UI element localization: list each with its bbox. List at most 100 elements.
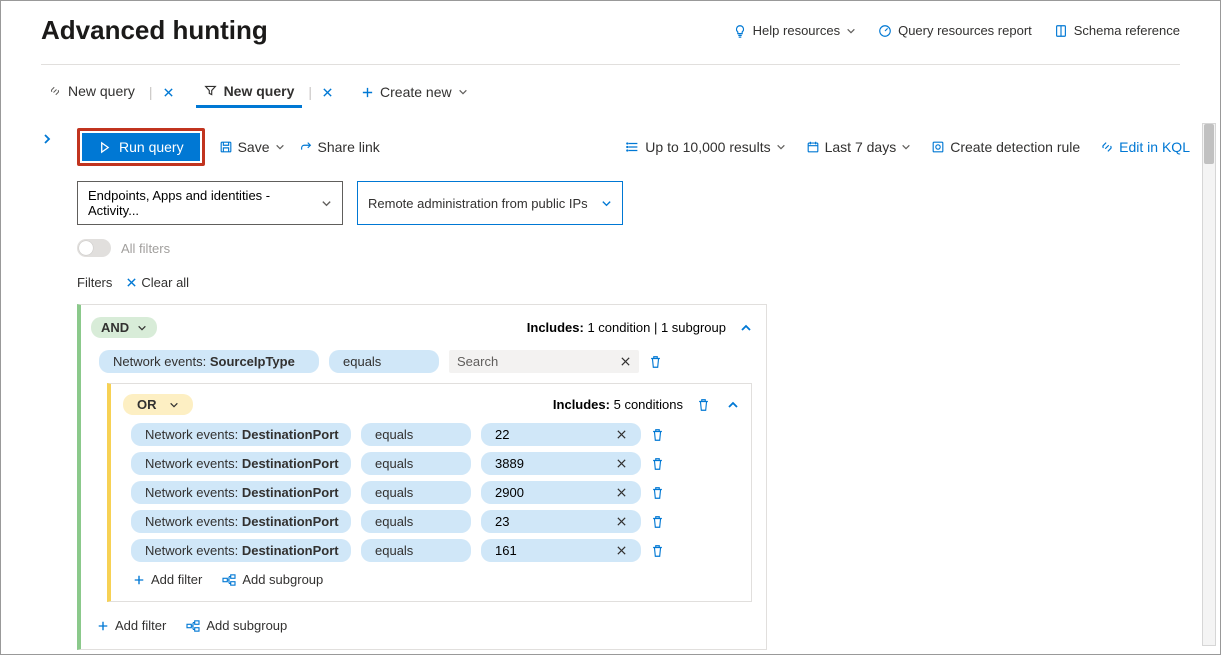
chevron-down-icon — [137, 323, 147, 333]
condition-operator-pill[interactable]: equals — [361, 481, 471, 504]
condition-field-pill[interactable]: Network events: DestinationPort — [131, 539, 351, 562]
condition-value-pill[interactable]: 22 — [481, 423, 641, 446]
funnel-icon — [204, 84, 217, 97]
add-filter-outer-button[interactable]: Add filter — [97, 618, 166, 633]
delete-condition-button[interactable] — [651, 486, 667, 500]
edit-in-kql-button[interactable]: Edit in KQL — [1100, 139, 1190, 155]
scrollbar-thumb[interactable] — [1204, 124, 1214, 164]
chevron-down-icon — [275, 142, 285, 152]
chevron-down-icon — [601, 198, 612, 209]
or-condition-row: Network events: DestinationPort equals 23 — [131, 510, 739, 533]
vertical-scrollbar[interactable] — [1202, 123, 1216, 646]
condition-value-pill[interactable]: 2900 — [481, 481, 641, 504]
chevron-down-icon — [321, 198, 332, 209]
chevron-down-icon — [776, 142, 786, 152]
and-filter-group: AND Includes: 1 condition | 1 subgroup N… — [77, 304, 767, 650]
clear-icon[interactable] — [616, 545, 627, 556]
collapse-icon[interactable] — [727, 399, 739, 411]
book-icon — [1054, 24, 1068, 38]
or-condition-row: Network events: DestinationPort equals 161 — [131, 539, 739, 562]
clear-icon[interactable] — [616, 429, 627, 440]
plus-icon — [361, 86, 374, 99]
query-resources-report-link[interactable]: Query resources report — [878, 23, 1032, 38]
help-resources-link[interactable]: Help resources — [733, 23, 856, 38]
delete-condition-button[interactable] — [651, 457, 667, 471]
save-icon — [219, 140, 233, 154]
collapse-icon[interactable] — [740, 322, 752, 334]
condition-field-pill[interactable]: Network events: DestinationPort — [131, 510, 351, 533]
results-limit-dropdown[interactable]: Up to 10,000 results — [626, 139, 785, 155]
condition-field-pill[interactable]: Network events: DestinationPort — [131, 452, 351, 475]
delete-condition-button[interactable] — [651, 428, 667, 442]
condition-value-search[interactable]: Search — [449, 350, 639, 373]
clear-icon[interactable] — [616, 487, 627, 498]
all-filters-label: All filters — [121, 241, 170, 256]
condition-field-pill[interactable]: Network events: DestinationPort — [131, 423, 351, 446]
close-tab-1-icon[interactable] — [159, 87, 178, 98]
all-filters-toggle[interactable] — [77, 239, 111, 257]
condition-value-pill[interactable]: 161 — [481, 539, 641, 562]
condition-operator-pill[interactable]: equals — [329, 350, 439, 373]
or-filter-group: OR Includes: 5 conditions Network events… — [107, 383, 752, 602]
link-icon — [49, 85, 61, 97]
tab-separator: | — [143, 84, 159, 100]
list-icon — [626, 140, 640, 154]
delete-condition-button[interactable] — [649, 355, 665, 369]
expand-panel-button[interactable] — [41, 121, 59, 654]
gauge-icon — [878, 24, 892, 38]
page-title: Advanced hunting — [41, 15, 268, 46]
chevron-down-icon — [901, 142, 911, 152]
detection-icon — [931, 140, 945, 154]
plus-icon — [97, 620, 109, 632]
calendar-icon — [806, 140, 820, 154]
share-link-button[interactable]: Share link — [299, 139, 380, 155]
clear-icon[interactable] — [620, 356, 631, 367]
filters-heading: Filters — [77, 275, 112, 290]
header-links: Help resources Query resources report Sc… — [733, 23, 1180, 38]
create-new-button[interactable]: Create new — [361, 84, 468, 100]
domain-selector[interactable]: Endpoints, Apps and identities - Activit… — [77, 181, 343, 225]
clear-all-button[interactable]: Clear all — [126, 275, 189, 290]
delete-condition-button[interactable] — [651, 544, 667, 558]
save-button[interactable]: Save — [219, 139, 285, 155]
and-includes-summary: Includes: 1 condition | 1 subgroup — [527, 320, 726, 335]
or-condition-row: Network events: DestinationPort equals 388… — [131, 452, 739, 475]
tab-new-query-1[interactable]: New query — [41, 77, 143, 108]
add-filter-inner-button[interactable]: Add filter — [133, 572, 202, 587]
tab-new-query-2[interactable]: New query — [196, 77, 303, 108]
highlight-box: Run query — [77, 128, 205, 166]
condition-operator-pill[interactable]: equals — [361, 510, 471, 533]
close-icon — [126, 277, 137, 288]
add-subgroup-inner-button[interactable]: Add subgroup — [222, 572, 323, 587]
add-subgroup-outer-button[interactable]: Add subgroup — [186, 618, 287, 633]
close-tab-2-icon[interactable] — [318, 87, 337, 98]
and-operator-pill[interactable]: AND — [91, 317, 157, 338]
condition-field-pill[interactable]: Network events: DestinationPort — [131, 481, 351, 504]
delete-subgroup-button[interactable] — [697, 398, 713, 412]
time-range-dropdown[interactable]: Last 7 days — [806, 139, 912, 155]
link-icon — [1100, 140, 1114, 154]
template-selector[interactable]: Remote administration from public IPs — [357, 181, 623, 225]
lightbulb-icon — [733, 24, 747, 38]
chevron-down-icon — [169, 400, 179, 410]
play-icon — [98, 141, 111, 154]
or-condition-row: Network events: DestinationPort equals 290… — [131, 481, 739, 504]
condition-operator-pill[interactable]: equals — [361, 452, 471, 475]
clear-icon[interactable] — [616, 458, 627, 469]
or-condition-row: Network events: DestinationPort equals 22 — [131, 423, 739, 446]
condition-operator-pill[interactable]: equals — [361, 539, 471, 562]
tabs-bar: New query | New query | Create new — [1, 65, 1220, 109]
subgroup-icon — [222, 574, 236, 586]
clear-icon[interactable] — [616, 516, 627, 527]
schema-reference-link[interactable]: Schema reference — [1054, 23, 1180, 38]
run-query-button[interactable]: Run query — [82, 133, 200, 161]
condition-value-pill[interactable]: 23 — [481, 510, 641, 533]
or-operator-pill[interactable]: OR — [123, 394, 193, 415]
condition-value-pill[interactable]: 3889 — [481, 452, 641, 475]
condition-operator-pill[interactable]: equals — [361, 423, 471, 446]
create-detection-rule-button[interactable]: Create detection rule — [931, 139, 1080, 155]
tab-separator: | — [302, 84, 318, 100]
chevron-down-icon — [458, 87, 468, 97]
condition-field-pill[interactable]: Network events: SourceIpType — [99, 350, 319, 373]
delete-condition-button[interactable] — [651, 515, 667, 529]
